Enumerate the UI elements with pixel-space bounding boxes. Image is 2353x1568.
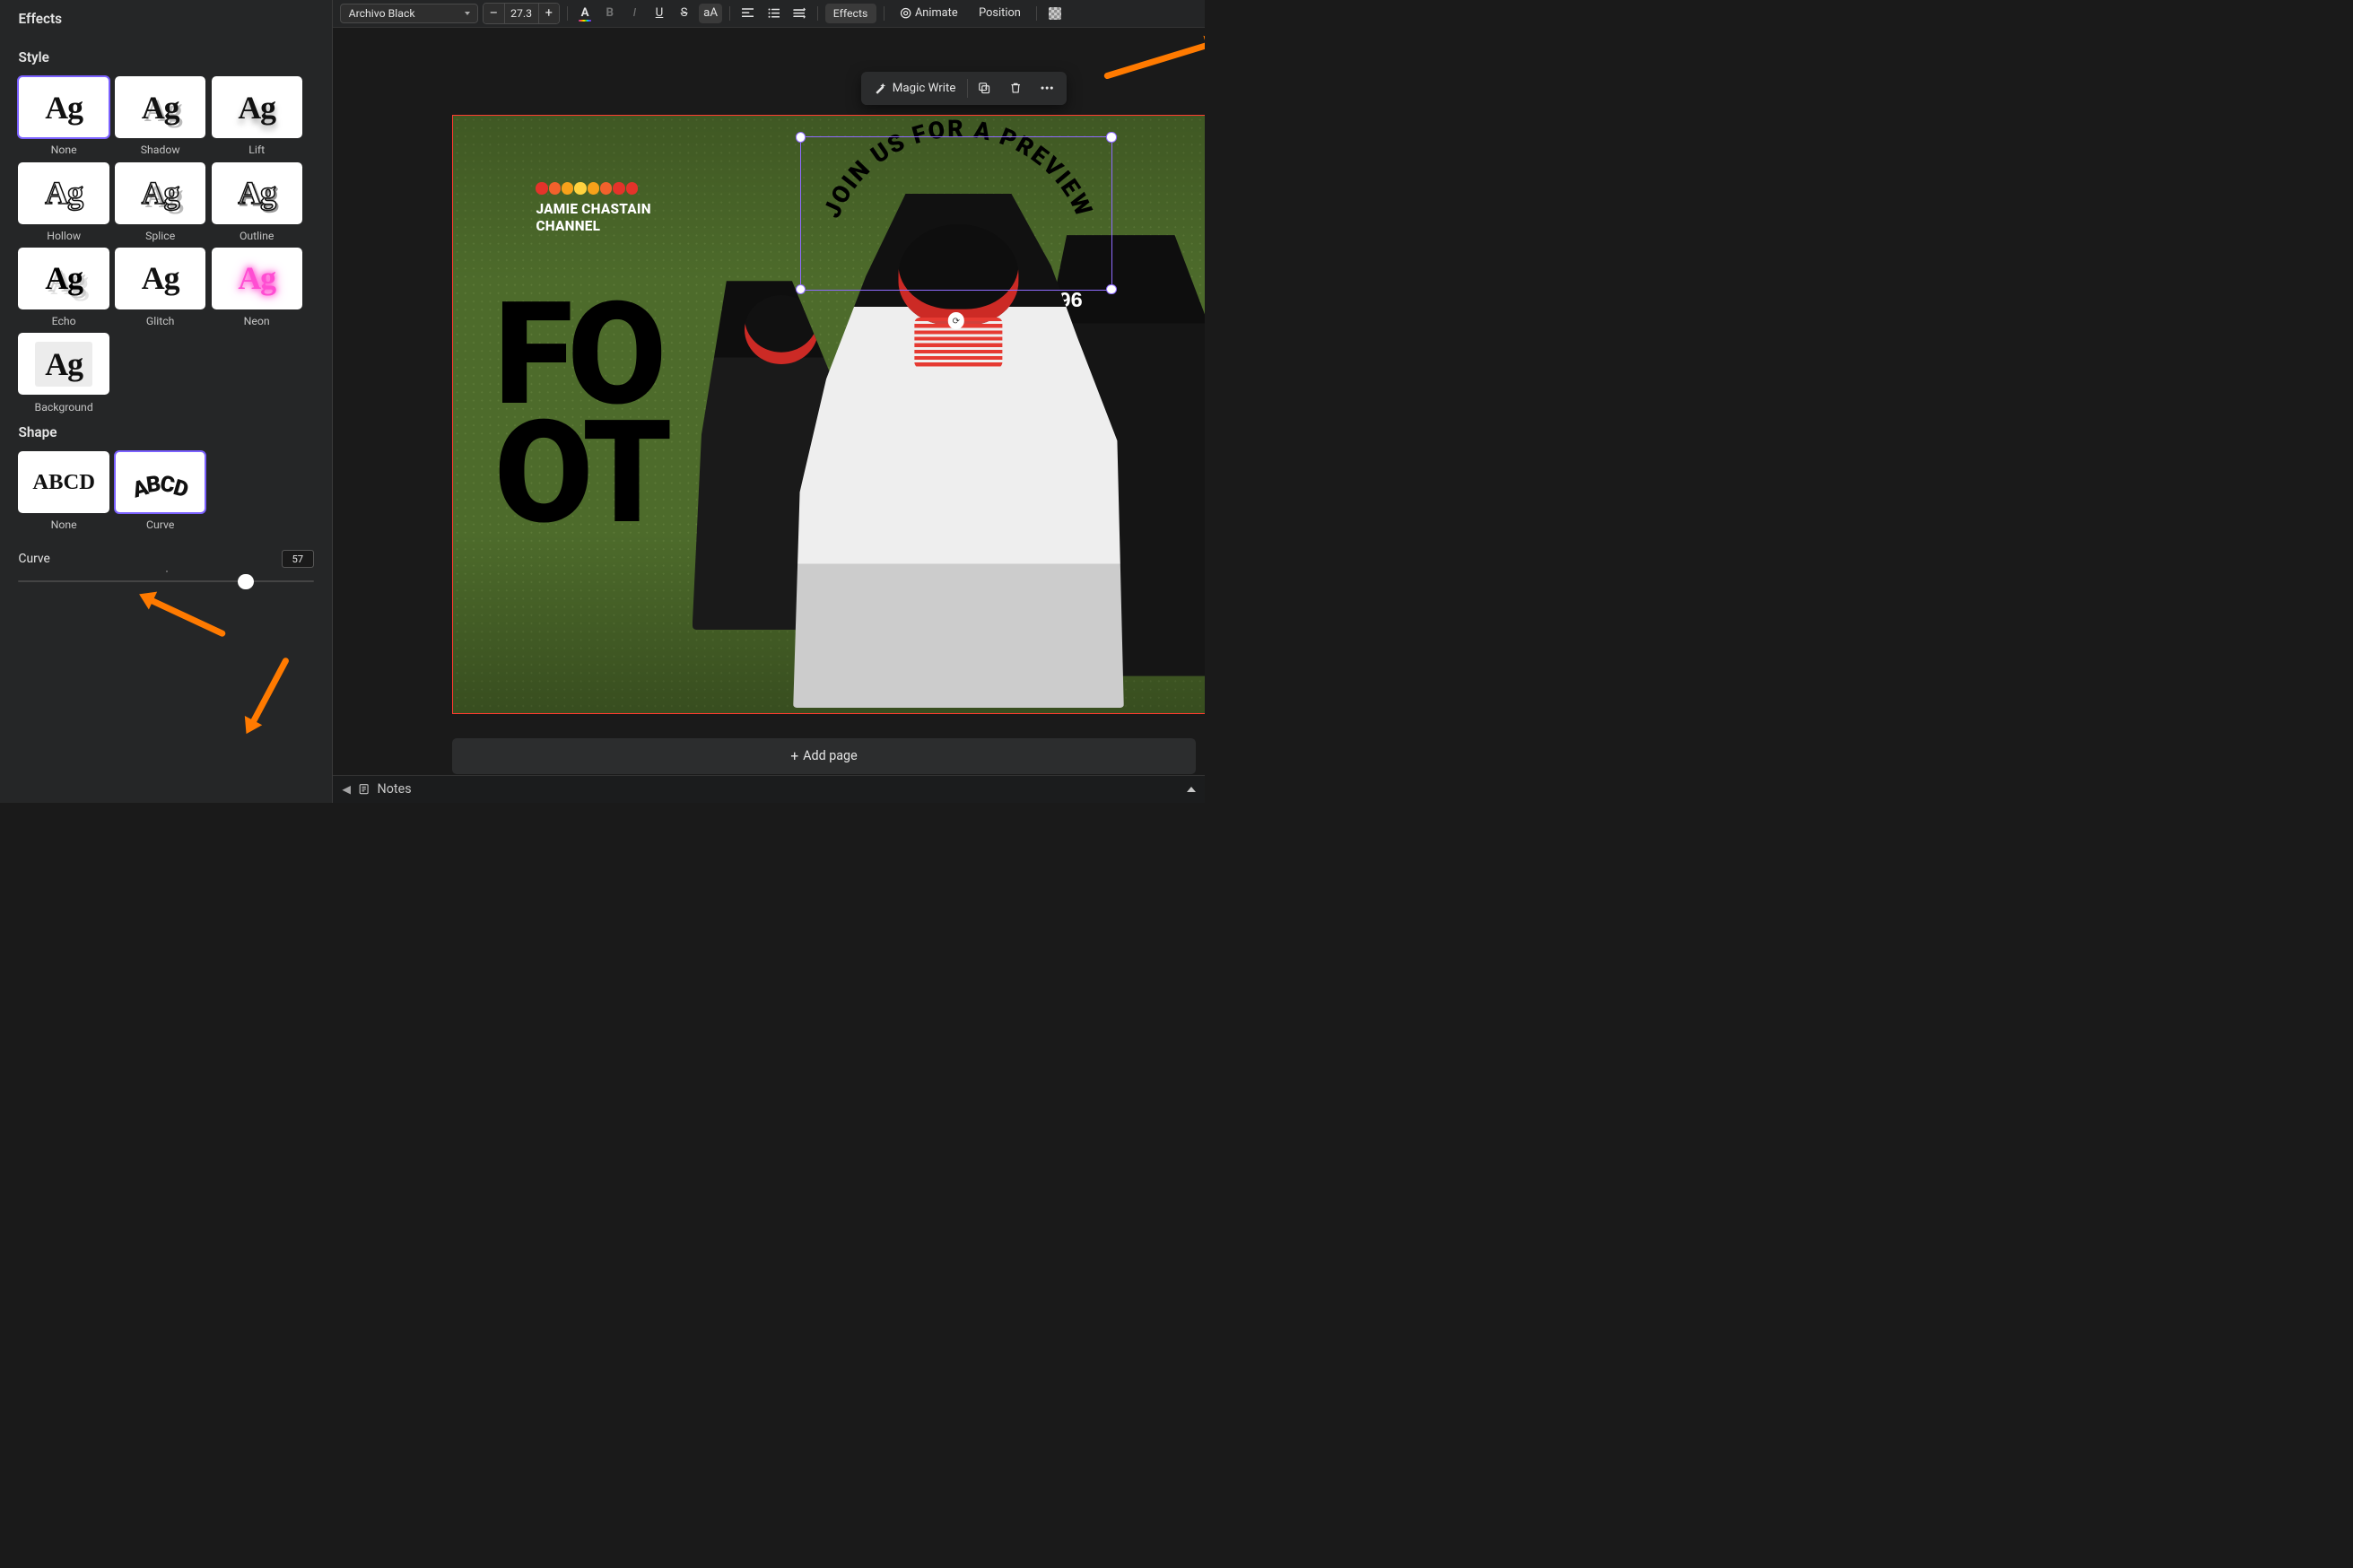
notes-icon (358, 783, 370, 795)
alignment-button[interactable] (737, 4, 759, 24)
magic-write-button[interactable]: Magic Write (865, 75, 965, 101)
headline-text[interactable]: FO OT (494, 295, 667, 533)
channel-block[interactable]: JAMIE CHASTAIN CHANNEL (536, 182, 650, 235)
scroll-left-icon[interactable]: ◀ (342, 783, 350, 796)
style-section-label: Style (18, 49, 313, 65)
resize-handle-tr[interactable] (1106, 132, 1116, 142)
panel-title: Effects (0, 0, 332, 39)
annotation-arrow-icon (1103, 39, 1205, 80)
resize-handle-tl[interactable] (796, 132, 806, 142)
wave-logo-icon (536, 182, 650, 194)
style-hollow-tile[interactable]: Ag (18, 162, 109, 224)
strikethrough-button[interactable]: S (674, 4, 694, 24)
style-splice-label: Splice (145, 230, 175, 242)
channel-title-line1: JAMIE CHASTAIN (536, 201, 650, 217)
shape-curve-label: Curve (146, 518, 174, 531)
more-icon (1041, 86, 1053, 90)
headline-line2: OT (494, 389, 667, 556)
chevron-up-icon[interactable] (1187, 787, 1196, 792)
style-background-label: Background (35, 401, 93, 414)
position-button[interactable]: Position (971, 4, 1029, 24)
text-toolbar: Archivo Black – + A B I U S aA (333, 0, 1205, 28)
style-hollow-label: Hollow (47, 230, 81, 242)
style-glitch-label: Glitch (146, 315, 175, 327)
underline-button[interactable]: U (649, 4, 670, 24)
style-echo-label: Echo (52, 315, 76, 327)
font-size-group: – + (483, 3, 560, 25)
spacing-button[interactable] (789, 4, 810, 24)
shape-none-tile[interactable]: ABCD (18, 451, 109, 513)
style-outline-label: Outline (240, 230, 274, 242)
style-glitch-tile[interactable]: Ag (115, 248, 205, 309)
text-color-button[interactable]: A (575, 4, 596, 24)
style-lift-tile[interactable]: Ag (212, 76, 302, 138)
context-toolbar: Magic Write (861, 72, 1067, 105)
shape-section: Shape ABCD None ABCD Curve (0, 414, 332, 532)
delete-button[interactable] (1000, 75, 1032, 101)
plus-icon: + (790, 748, 798, 764)
style-echo-tile[interactable]: Ag (18, 248, 109, 309)
style-shadow-label: Shadow (141, 144, 180, 156)
shape-none-label: None (51, 518, 77, 531)
add-page-label: Add page (803, 749, 858, 763)
design-canvas[interactable]: JAMIE CHASTAIN CHANNEL FO OT (452, 115, 1205, 714)
curve-slider[interactable] (18, 580, 313, 582)
magic-write-label: Magic Write (893, 82, 956, 95)
curve-label: Curve (18, 552, 49, 566)
style-section: Style Ag None Ag Shadow Ag Lift Ag Hollow Ag… (0, 39, 332, 414)
font-size-decrease-button[interactable]: – (484, 4, 504, 24)
uppercase-button[interactable]: aA (699, 4, 722, 24)
style-splice-tile[interactable]: Ag (115, 162, 205, 224)
style-neon-tile[interactable]: Ag (212, 248, 302, 309)
shape-section-label: Shape (18, 424, 313, 440)
chevron-down-icon (465, 12, 470, 15)
bold-button[interactable]: B (599, 4, 620, 24)
effects-button[interactable]: Effects (825, 4, 876, 24)
shape-curve-tile[interactable]: ABCD (115, 451, 205, 513)
animate-label: Animate (915, 6, 958, 20)
channel-title-line2: CHANNEL (536, 218, 600, 234)
more-button[interactable] (1032, 75, 1063, 101)
style-none-label: None (51, 144, 77, 156)
list-button[interactable] (763, 4, 785, 24)
font-size-increase-button[interactable]: + (539, 4, 560, 24)
duplicate-button[interactable] (969, 75, 1000, 101)
style-background-tile[interactable]: Ag (18, 333, 109, 395)
style-lift-label: Lift (248, 144, 265, 156)
style-neon-label: Neon (244, 315, 270, 327)
style-shadow-tile[interactable]: Ag (115, 76, 205, 138)
style-outline-tile[interactable]: Ag (212, 162, 302, 224)
trash-icon (1009, 82, 1022, 94)
bottom-bar: ◀ Notes (333, 775, 1205, 803)
magic-wand-icon (874, 82, 886, 94)
duplicate-icon (978, 82, 990, 94)
font-name: Archivo Black (349, 7, 415, 20)
transparency-icon (1049, 7, 1061, 20)
notes-label[interactable]: Notes (378, 782, 412, 797)
curve-value-input[interactable] (282, 550, 314, 568)
animate-button[interactable]: Animate (891, 4, 965, 24)
font-size-input[interactable] (504, 4, 539, 24)
add-page-button[interactable]: + Add page (452, 738, 1195, 774)
resize-handle-br[interactable] (1106, 284, 1116, 294)
font-select[interactable]: Archivo Black (340, 4, 478, 24)
transparency-button[interactable] (1044, 4, 1067, 24)
italic-button[interactable]: I (624, 4, 645, 24)
effects-panel: Effects Style Ag None Ag Shadow Ag Lift Ag H… (0, 0, 333, 803)
selection-box[interactable]: ⟳ (800, 136, 1112, 291)
style-none-tile[interactable]: Ag (18, 76, 109, 138)
